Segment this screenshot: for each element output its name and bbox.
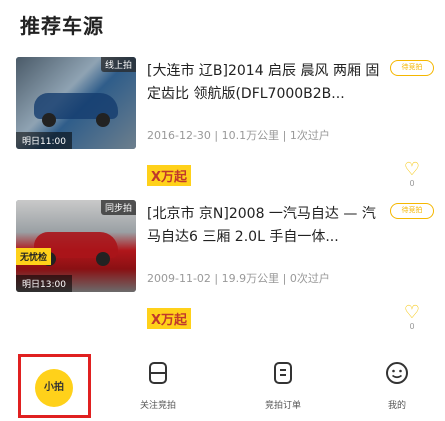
profile-icon [386,362,408,384]
car-meta: 2009-11-02 | 19.9万公里 | 0次过户 [147,272,330,285]
tab-auction-orders[interactable]: 竞拍订单 [243,360,323,411]
auction-badge: 线上拍 [100,57,136,72]
car-thumbnail[interactable]: 同步拍 无忧检 明日13:00 [16,200,136,292]
tab-label: 我的 [387,401,406,411]
status-badge: 待竞拍 [390,203,434,219]
wheel-shape [96,113,110,127]
car-title[interactable]: [北京市 京N]2008 一汽马自达 — 汽马自达6 三厢 2.0L 手自一体.… [147,203,387,249]
favorite-count: 0 [409,179,415,188]
favorite-button[interactable]: ♡ 0 [400,161,424,189]
tab-home[interactable]: 小拍 [18,354,91,418]
car-title[interactable]: [大连市 辽B]2014 启辰 晨风 两厢 固定齿比 领航版(DFL7000B2… [147,60,387,106]
wheel-shape [96,252,110,266]
car-card[interactable]: 同步拍 无忧检 明日13:00 [北京市 京N]2008 一汽马自达 — 汽马自… [16,200,436,345]
order-icon [274,362,292,384]
car-card[interactable]: 线上拍 明日11:00 [大连市 辽B]2014 启辰 晨风 两厢 固定齿比 领… [16,57,436,202]
car-thumbnail[interactable]: 线上拍 明日11:00 [16,57,136,149]
status-badge-label: 待竞拍 [401,206,423,214]
status-badge: 待竞拍 [390,60,434,76]
car-price: X万起 [147,308,192,329]
home-icon: 小拍 [35,369,73,407]
wheel-shape [42,113,56,127]
tab-label: 关注竞拍 [139,401,176,411]
auction-time: 明日13:00 [16,275,72,292]
favorite-button[interactable]: ♡ 0 [400,304,424,332]
favorite-count: 0 [409,322,415,331]
tab-mine[interactable]: 我的 [357,360,437,411]
follow-icon [149,362,167,384]
tab-label: 竞拍订单 [264,401,301,411]
auction-badge: 同步拍 [100,200,136,215]
car-price: X万起 [147,165,192,186]
heart-icon: ♡ [403,302,421,323]
auction-time: 明日11:00 [16,132,72,149]
section-title: 推荐车源 [20,14,104,38]
car-meta: 2016-12-30 | 10.1万公里 | 1次过户 [147,129,330,142]
heart-icon: ♡ [403,159,421,180]
status-badge-label: 待竞拍 [401,63,423,71]
inspection-tag: 无忧检 [16,248,52,265]
tab-follow-auctions[interactable]: 关注竞拍 [118,360,198,411]
